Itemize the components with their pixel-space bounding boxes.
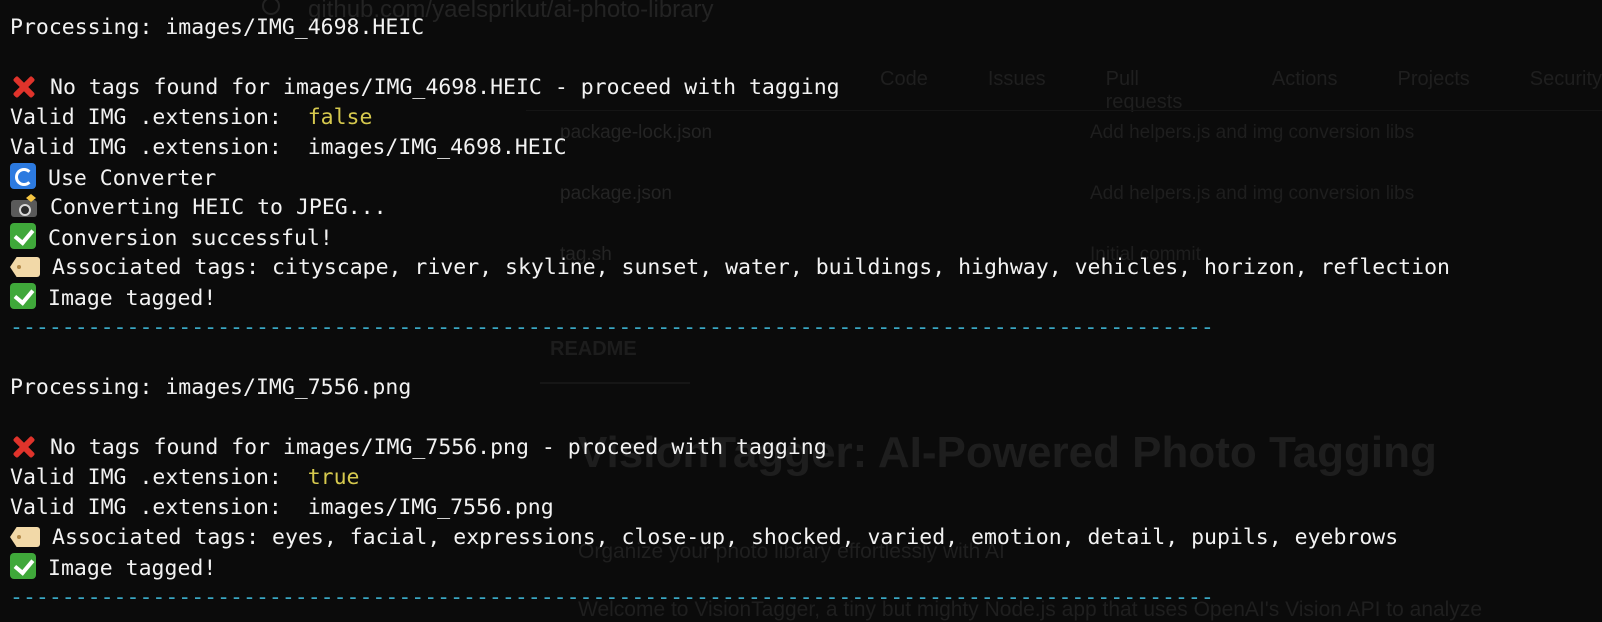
cross-mark-icon — [10, 74, 38, 98]
check-mark-icon — [10, 283, 36, 309]
no-tags-line: No tags found for images/IMG_4698.HEIC -… — [10, 73, 1602, 103]
valid-extension-value: true — [307, 465, 360, 490]
processing-line: Processing: images/IMG_7556.png — [10, 375, 412, 400]
check-mark-icon — [10, 553, 36, 579]
associated-tags-text: Associated tags: eyes, facial, expressio… — [52, 525, 1399, 550]
conversion-success-line: Conversion successful! — [10, 223, 1602, 253]
valid-extension-value: false — [307, 105, 373, 130]
converting-line: Converting HEIC to JPEG... — [10, 193, 1602, 223]
image-tagged-line: Image tagged! — [10, 283, 1602, 313]
valid-extension-label: Valid IMG .extension: — [10, 105, 308, 130]
conversion-success-text: Conversion successful! — [48, 226, 333, 251]
valid-extension-path-line: Valid IMG .extension: images/IMG_4698.HE… — [10, 135, 567, 160]
check-mark-icon — [10, 223, 36, 249]
arrows-cycle-icon — [10, 163, 36, 189]
cross-mark-icon — [10, 434, 38, 458]
label-tag-icon — [10, 257, 40, 277]
no-tags-line: No tags found for images/IMG_7556.png - … — [10, 433, 1602, 463]
use-converter-line: Use Converter — [10, 163, 1602, 193]
no-tags-text: No tags found for images/IMG_7556.png - … — [50, 435, 827, 460]
associated-tags-line: Associated tags: eyes, facial, expressio… — [10, 523, 1602, 553]
label-tag-icon — [10, 527, 40, 547]
valid-extension-line: Valid IMG .extension: true — [10, 463, 1602, 493]
valid-extension-line: Valid IMG .extension: false — [10, 103, 1602, 133]
separator-line: ----------------------------------------… — [10, 315, 1214, 340]
converting-text: Converting HEIC to JPEG... — [50, 195, 387, 220]
no-tags-text: No tags found for images/IMG_4698.HEIC -… — [50, 75, 840, 100]
camera-flash-icon — [10, 194, 38, 218]
image-tagged-text: Image tagged! — [48, 556, 217, 581]
valid-extension-path-line: Valid IMG .extension: images/IMG_7556.pn… — [10, 495, 554, 520]
screen: github.com/yaelsprikut/ai-photo-library … — [0, 0, 1602, 622]
image-tagged-line: Image tagged! — [10, 553, 1602, 583]
processing-line: Processing: images/IMG_4698.HEIC — [10, 15, 425, 40]
associated-tags-line: Associated tags: cityscape, river, skyli… — [10, 253, 1602, 283]
separator-line: ----------------------------------------… — [10, 585, 1214, 610]
image-tagged-text: Image tagged! — [48, 286, 217, 311]
terminal-output[interactable]: Processing: images/IMG_4698.HEIC No tags… — [0, 0, 1602, 622]
flash-icon — [26, 194, 36, 202]
associated-tags-text: Associated tags: cityscape, river, skyli… — [52, 255, 1450, 280]
use-converter-text: Use Converter — [48, 166, 217, 191]
valid-extension-label: Valid IMG .extension: — [10, 465, 308, 490]
